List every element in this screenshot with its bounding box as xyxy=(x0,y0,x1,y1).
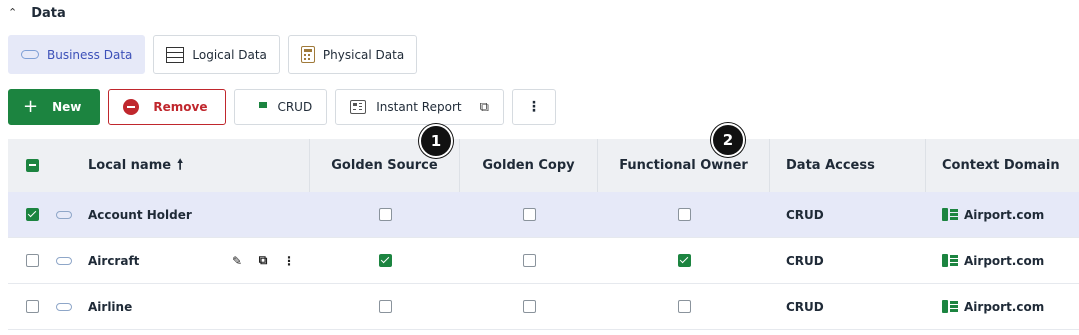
table-row[interactable]: Airline CRUD Airport.com xyxy=(8,284,1079,330)
instant-report-button[interactable]: Instant Report ⧉ xyxy=(335,89,504,125)
domain-icon xyxy=(942,254,958,267)
data-access-cell: CRUD xyxy=(786,253,824,268)
column-label: Functional Owner xyxy=(619,158,748,173)
data-access-cell: CRUD xyxy=(786,207,824,222)
pill-icon xyxy=(21,50,39,59)
column-label: Golden Copy xyxy=(482,158,575,173)
column-label: Context Domain xyxy=(942,158,1060,173)
remove-circle-icon xyxy=(123,99,140,115)
local-name-cell[interactable]: Airline xyxy=(86,284,310,329)
new-button-label: New xyxy=(52,100,82,114)
open-external-icon[interactable]: ⧉ xyxy=(252,249,274,272)
local-name-cell[interactable]: Account Holder xyxy=(86,192,310,237)
tab-logical-data[interactable]: Logical Data xyxy=(153,35,280,74)
external-link-icon: ⧉ xyxy=(479,99,489,115)
row-checkbox[interactable] xyxy=(25,208,39,221)
golden-copy-checkbox[interactable] xyxy=(522,300,536,313)
chevron-up-icon[interactable]: ⌃ xyxy=(8,6,17,19)
remove-button[interactable]: Remove xyxy=(108,89,227,125)
crud-icon xyxy=(249,99,268,115)
view-tabs: Business Data Logical Data Physical Data xyxy=(8,35,418,74)
new-button[interactable]: + New xyxy=(8,89,101,125)
pill-icon xyxy=(56,302,72,311)
kebab-menu-icon[interactable]: ⋮ xyxy=(278,249,300,272)
data-access-cell: CRUD xyxy=(786,299,824,314)
data-table: Local name 🠕 Golden Source Golden Copy F… xyxy=(8,139,1079,330)
callout-badge-1: 1 xyxy=(419,124,453,158)
toolbar: + New Remove CRUD Instant Report ⧉ ⋮ xyxy=(8,89,556,125)
row-checkbox[interactable] xyxy=(25,254,39,267)
crud-button-label: CRUD xyxy=(277,100,313,114)
row-actions: ✎ ⧉ ⋮ xyxy=(226,249,300,272)
row-checkbox[interactable] xyxy=(25,300,39,313)
plus-icon: + xyxy=(23,96,39,117)
table-row[interactable]: Account Holder CRUD Airport.com xyxy=(8,192,1079,238)
more-actions-button[interactable]: ⋮ xyxy=(511,89,556,125)
tab-label: Physical Data xyxy=(322,47,405,62)
functional-owner-checkbox[interactable] xyxy=(677,254,691,267)
table-header: Local name 🠕 Golden Source Golden Copy F… xyxy=(8,139,1079,192)
functional-owner-checkbox[interactable] xyxy=(677,208,691,221)
remove-button-label: Remove xyxy=(153,100,208,114)
table-grid-icon xyxy=(166,46,185,63)
local-name-label: Aircraft xyxy=(88,253,140,268)
column-label: Data Access xyxy=(786,158,875,173)
domain-icon xyxy=(942,208,958,221)
context-domain-label: Airport.com xyxy=(964,299,1045,314)
golden-copy-checkbox[interactable] xyxy=(522,208,536,221)
table-row[interactable]: Aircraft ✎ ⧉ ⋮ CRUD Airport.com xyxy=(8,238,1079,284)
context-domain-label: Airport.com xyxy=(964,207,1045,222)
instant-report-label: Instant Report xyxy=(376,100,462,114)
sort-ascending-icon[interactable]: 🠕 xyxy=(177,154,183,178)
select-all-checkbox[interactable] xyxy=(25,159,39,172)
crud-button[interactable]: CRUD xyxy=(234,89,328,125)
column-header-data-access[interactable]: Data Access xyxy=(770,139,926,192)
golden-copy-checkbox[interactable] xyxy=(522,254,536,267)
tab-label: Logical Data xyxy=(192,47,267,62)
report-icon xyxy=(350,100,367,114)
domain-icon xyxy=(942,300,958,313)
pill-icon xyxy=(56,256,72,265)
kebab-menu-icon: ⋮ xyxy=(526,99,541,115)
local-name-cell[interactable]: Aircraft ✎ ⧉ ⋮ xyxy=(86,238,310,283)
context-domain-label: Airport.com xyxy=(964,253,1045,268)
context-domain-cell[interactable]: Airport.com xyxy=(926,284,1079,329)
context-domain-cell[interactable]: Airport.com xyxy=(926,238,1079,283)
calculator-icon xyxy=(300,46,315,63)
column-label: Golden Source xyxy=(331,158,438,173)
column-header-functional-owner[interactable]: Functional Owner xyxy=(598,139,770,192)
tab-business-data[interactable]: Business Data xyxy=(8,35,146,74)
context-domain-cell[interactable]: Airport.com xyxy=(926,192,1079,237)
functional-owner-checkbox[interactable] xyxy=(677,300,691,313)
column-label: Local name xyxy=(88,158,172,173)
section-header[interactable]: ⌃ Data xyxy=(8,6,66,21)
column-header-context-domain[interactable]: Context Domain xyxy=(926,139,1079,192)
tab-physical-data[interactable]: Physical Data xyxy=(287,35,418,74)
edit-icon[interactable]: ✎ xyxy=(226,249,248,272)
callout-badge-2: 2 xyxy=(711,123,745,157)
tab-label: Business Data xyxy=(47,47,133,62)
column-header-local-name[interactable]: Local name 🠕 xyxy=(56,139,310,192)
section-title: Data xyxy=(31,6,66,21)
column-header-golden-copy[interactable]: Golden Copy xyxy=(460,139,598,192)
pill-icon xyxy=(56,210,72,219)
select-all-cell xyxy=(8,139,56,192)
golden-source-checkbox[interactable] xyxy=(378,300,392,313)
golden-source-checkbox[interactable] xyxy=(378,208,392,221)
golden-source-checkbox[interactable] xyxy=(378,254,392,267)
